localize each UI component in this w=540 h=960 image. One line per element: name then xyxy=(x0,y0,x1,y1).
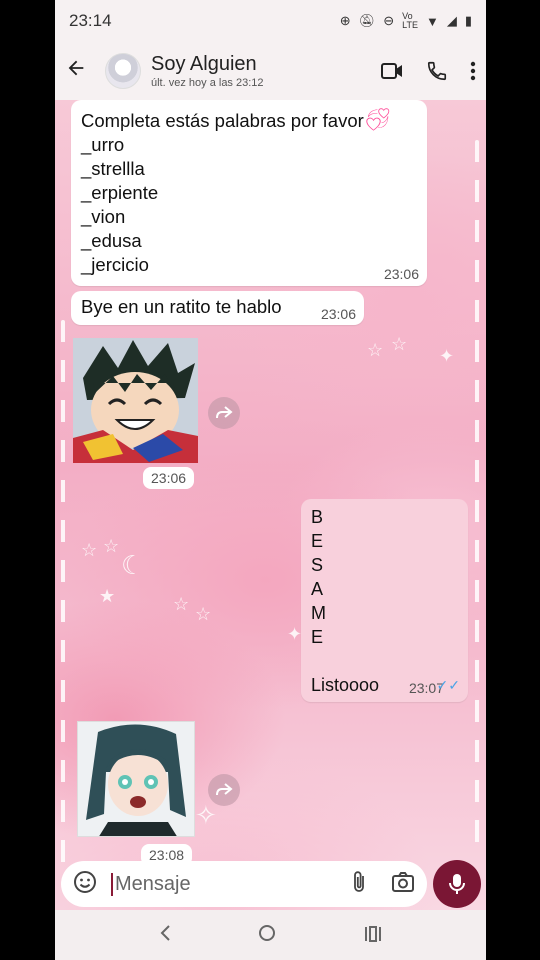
back-button[interactable] xyxy=(65,57,95,86)
star-decoration: ★ xyxy=(99,586,116,606)
message-lines: _urro _strellla _erpiente _vion _edusa _… xyxy=(81,133,417,277)
star-decoration: ✧ xyxy=(195,800,217,830)
read-receipt-icon: ✓✓ xyxy=(436,677,460,693)
message-text: Listoooo xyxy=(311,675,380,695)
home-circle-icon xyxy=(259,925,276,941)
message-line: _jercicio xyxy=(81,254,149,275)
star-decoration: ☆ xyxy=(391,334,408,354)
contact-avatar[interactable] xyxy=(105,53,141,89)
arrow-left-icon xyxy=(68,60,84,75)
message-line: _edusa xyxy=(81,230,142,251)
star-decoration: ☆ xyxy=(195,604,212,624)
paperclip-icon xyxy=(354,870,364,892)
composer-actions xyxy=(351,870,415,899)
phone-screen: 23:14 ⊕ 🔕︎ ⊖ Vo LTE ▼ ◢ ▮ Soy Alguien últ… xyxy=(55,0,486,960)
chat-header: Soy Alguien últ. vez hoy a las 23:12 xyxy=(55,42,486,100)
message-text: Completa estás palabras por favor💞︎ xyxy=(81,108,417,133)
message-line: M xyxy=(311,603,326,623)
volte-icon: Vo LTE xyxy=(402,11,418,30)
sticker-time: 23:06 xyxy=(143,467,195,489)
message-bubble-incoming[interactable]: Completa estás palabras por favor💞︎ _urr… xyxy=(71,100,427,286)
video-call-button[interactable] xyxy=(380,61,404,81)
chat-area[interactable]: ☆ ☆ ✦ ☆ ☆ ☾ ★ ☆ ☆ ✦ ✧ Completa estás pal… xyxy=(55,100,486,910)
contact-name: Soy Alguien xyxy=(151,53,257,75)
message-lines: B E S A M E xyxy=(311,505,458,649)
wallpaper-decoration xyxy=(475,140,479,860)
nav-home-button[interactable] xyxy=(258,922,276,948)
more-options-button[interactable] xyxy=(470,61,476,81)
wallpaper-decoration xyxy=(61,320,65,880)
status-icons: ⊕ 🔕︎ ⊖ Vo LTE ▼ ◢ ▮ xyxy=(340,12,472,30)
dnd-icon: ⊖ xyxy=(383,13,395,28)
attach-button[interactable] xyxy=(351,870,367,899)
nav-recents-button[interactable] xyxy=(364,922,382,948)
forward-button[interactable] xyxy=(208,397,240,429)
voice-call-button[interactable] xyxy=(426,60,448,82)
message-line: _strellla xyxy=(81,158,145,179)
recents-icon xyxy=(365,926,382,942)
message-line: E xyxy=(311,627,324,647)
signal-icon: ◢ xyxy=(446,13,457,28)
forward-button[interactable] xyxy=(208,774,240,806)
message-line: _erpiente xyxy=(81,182,159,203)
star-decoration: ✦ xyxy=(287,624,303,644)
sticker-image xyxy=(73,338,198,463)
contact-info[interactable]: Soy Alguien últ. vez hoy a las 23:12 xyxy=(151,53,264,89)
message-time: 23:06 xyxy=(320,306,356,322)
star-decoration: ☆ xyxy=(173,594,190,614)
message-input-field[interactable]: Mensaje xyxy=(61,861,427,907)
star-decoration: ☆ xyxy=(367,340,384,360)
battery-icon: ▮ xyxy=(464,13,472,28)
star-decoration: ✦ xyxy=(439,346,455,366)
phone-icon xyxy=(427,61,447,81)
message-line: S xyxy=(311,555,324,575)
kebab-menu-icon xyxy=(470,61,476,81)
status-time: 23:14 xyxy=(69,11,112,30)
nav-back-button[interactable] xyxy=(159,922,171,948)
sticker-anime-boy[interactable] xyxy=(73,338,198,463)
sticker-image xyxy=(78,722,194,836)
emoji-button[interactable] xyxy=(73,870,99,899)
wifi-icon: ▼ xyxy=(425,13,439,29)
message-line: E xyxy=(311,531,324,551)
system-nav-bar xyxy=(55,910,486,960)
message-bubble-incoming[interactable]: Bye en un ratito te hablo 23:06 xyxy=(71,291,364,325)
last-seen: últ. vez hoy a las 23:12 xyxy=(151,77,264,89)
message-line: _vion xyxy=(81,206,126,227)
network-label: LTE xyxy=(402,20,418,30)
header-actions xyxy=(380,60,476,82)
voice-record-button[interactable] xyxy=(433,860,481,908)
message-line: A xyxy=(311,579,324,599)
message-line: B xyxy=(311,507,324,527)
message-text-content: Completa estás palabras por favor xyxy=(81,110,364,131)
star-decoration: ☆ xyxy=(103,536,120,556)
camera-icon xyxy=(392,871,414,892)
chevron-left-icon xyxy=(160,925,170,941)
video-camera-icon xyxy=(381,63,402,79)
message-text: Bye en un ratito te hablo xyxy=(81,296,282,317)
data-saver-icon: ⊕ xyxy=(339,13,351,28)
forward-icon xyxy=(216,783,233,796)
mute-icon: 🔕︎ xyxy=(358,13,376,28)
message-line: _urro xyxy=(81,134,125,155)
star-decoration: ☆ xyxy=(81,540,98,560)
sticker-anime-girl[interactable] xyxy=(77,721,195,837)
heart-emoji-icon: 💞︎ xyxy=(363,107,392,132)
forward-icon xyxy=(216,406,233,419)
camera-button[interactable] xyxy=(391,871,415,898)
status-bar: 23:14 ⊕ 🔕︎ ⊖ Vo LTE ▼ ◢ ▮ xyxy=(55,0,486,42)
message-input[interactable]: Mensaje xyxy=(111,872,191,896)
emoji-icon xyxy=(74,870,96,893)
microphone-icon xyxy=(449,874,465,894)
moon-decoration: ☾ xyxy=(121,550,145,580)
message-bubble-outgoing[interactable]: B E S A M E Listoooo 23:07 ✓✓ xyxy=(301,499,468,702)
message-time: 23:06 xyxy=(383,266,419,282)
composer-bar: Mensaje xyxy=(55,860,486,910)
